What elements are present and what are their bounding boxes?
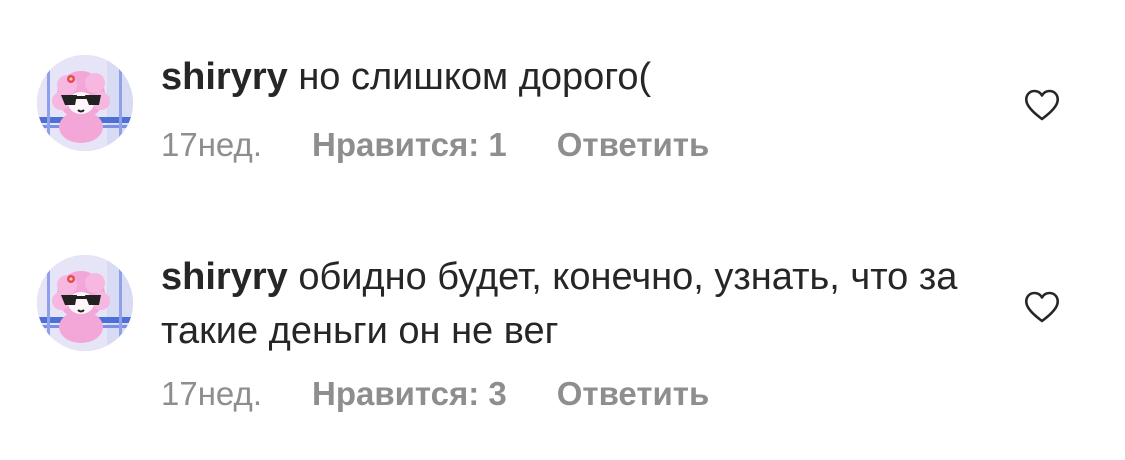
comment-meta: 17нед. Нравится: 1 Ответить [161, 126, 709, 164]
comment-username[interactable]: shiryry [161, 56, 288, 98]
comment-text-block: shiryry но слишком дорого( [161, 50, 981, 104]
comment-likes-count[interactable]: Нравится: 1 [312, 126, 507, 163]
comment-body: но слишком дорого( [298, 56, 652, 98]
reply-button[interactable]: Ответить [557, 126, 710, 163]
heart-outline-icon[interactable] [1024, 290, 1060, 324]
avatar-image [37, 55, 133, 151]
heart-outline-icon[interactable] [1024, 88, 1060, 122]
avatar-image [37, 255, 133, 351]
comment-likes-count[interactable]: Нравится: 3 [312, 375, 507, 412]
comment-username[interactable]: shiryry [161, 256, 288, 298]
avatar[interactable] [37, 255, 133, 351]
comment-timestamp[interactable]: 17нед. [161, 126, 262, 163]
comment-text-block: shiryry обидно будет, конечно, узнать, ч… [161, 250, 981, 358]
reply-button[interactable]: Ответить [557, 375, 710, 412]
comment-meta: 17нед. Нравится: 3 Ответить [161, 375, 709, 413]
comment-timestamp[interactable]: 17нед. [161, 375, 262, 412]
avatar[interactable] [37, 55, 133, 151]
